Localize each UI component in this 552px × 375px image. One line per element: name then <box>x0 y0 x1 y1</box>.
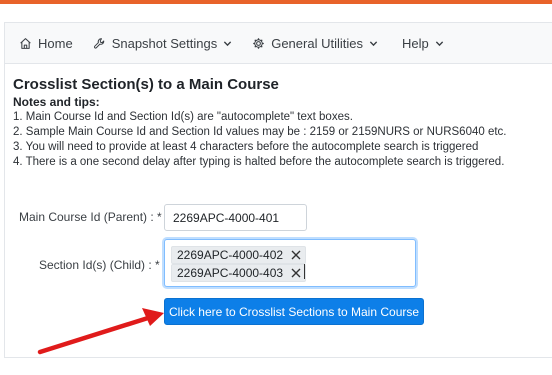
note-line: 4. There is a one second delay after typ… <box>13 156 505 168</box>
remove-chip-button[interactable] <box>291 268 301 278</box>
main-course-label: Main Course Id (Parent) : * <box>19 210 162 224</box>
nav-help-label: Help <box>401 35 429 51</box>
crosslist-submit-button[interactable]: Click here to Crosslist Sections to Main… <box>164 298 424 325</box>
main-course-input[interactable]: 2269APC-4000-401 <box>164 204 307 231</box>
section-ids-input[interactable]: 2269APC-4000-402 2269APC-4000-403 <box>164 239 416 287</box>
header-spacer <box>0 4 552 22</box>
annotation-arrow-icon <box>37 308 164 355</box>
section-ids-label: Section Id(s) (Child) : * <box>39 258 160 272</box>
nav-general-label: General Utilities <box>271 35 363 51</box>
main-course-value: 2269APC-4000-401 <box>173 210 280 225</box>
close-icon <box>291 250 301 260</box>
note-line: 1. Main Course Id and Section Id(s) are … <box>13 111 353 123</box>
navbar: Home Snapshot Settings General Utilities… <box>4 22 552 64</box>
page-title: Crosslist Section(s) to a Main Course <box>13 76 279 93</box>
chevron-down-icon <box>369 40 378 46</box>
nav-help[interactable]: Help <box>402 36 444 51</box>
nav-home-label: Home <box>38 35 73 51</box>
nav-snapshot-settings[interactable]: Snapshot Settings <box>93 36 233 51</box>
notes-title: Notes and tips: <box>13 95 100 109</box>
section-chip: 2269APC-4000-403 <box>171 264 307 282</box>
text-caret <box>304 264 305 279</box>
chevron-down-icon <box>224 40 232 46</box>
nav-general-utilities[interactable]: General Utilities <box>252 36 378 51</box>
nav-snapshot-label: Snapshot Settings <box>111 35 218 51</box>
note-line: 2. Sample Main Course Id and Section Id … <box>13 126 507 138</box>
section-chip-label: 2269APC-4000-403 <box>177 266 284 280</box>
home-icon <box>20 37 31 49</box>
note-line: 3. You will need to provide at least 4 c… <box>13 141 479 153</box>
chevron-down-icon <box>435 40 443 46</box>
nav-home[interactable]: Home <box>19 36 73 51</box>
remove-chip-button[interactable] <box>291 250 301 260</box>
wrench-icon <box>93 37 104 49</box>
section-chip-label: 2269APC-4000-402 <box>177 248 284 262</box>
gear-icon <box>253 37 264 49</box>
close-icon <box>291 268 301 278</box>
section-chip: 2269APC-4000-402 <box>171 246 307 264</box>
